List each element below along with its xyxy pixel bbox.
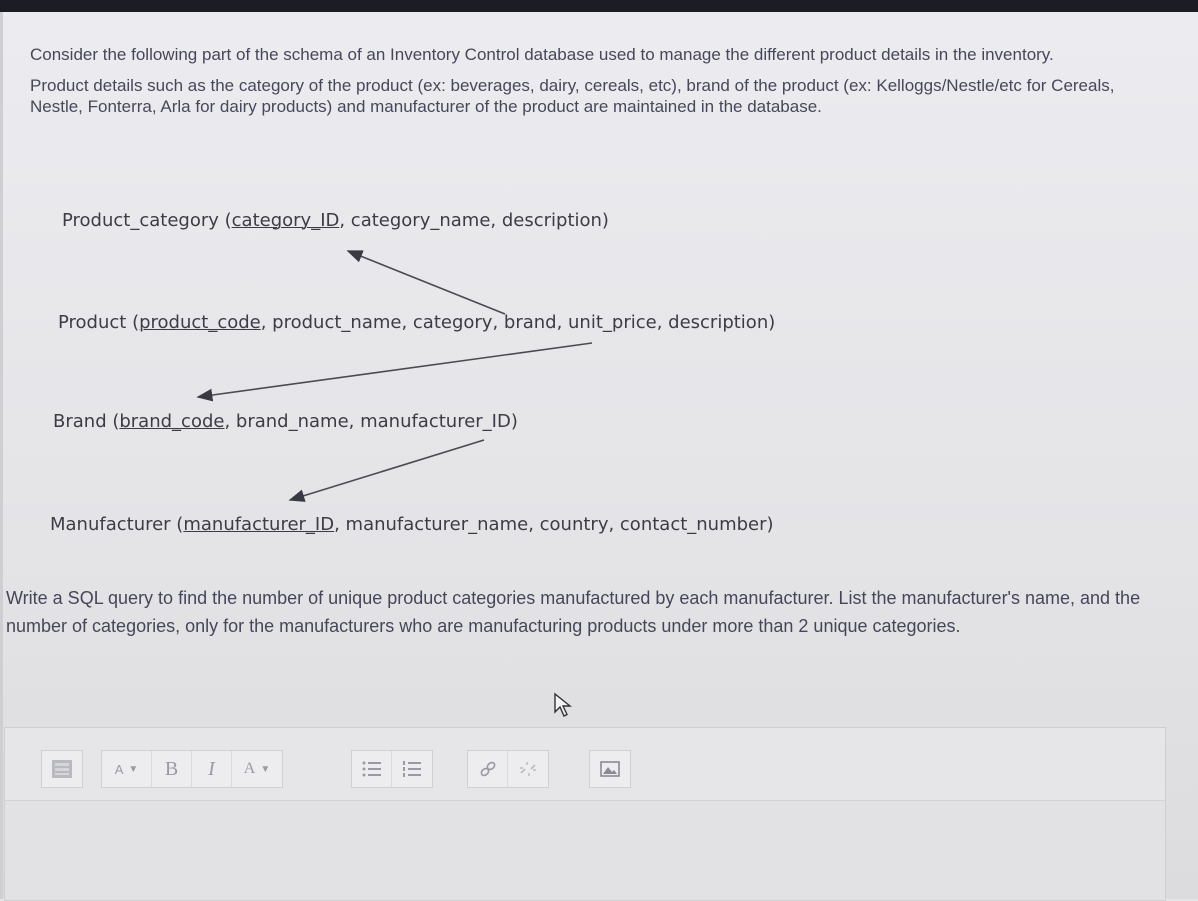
relation-attributes: , category_name, description) [339, 210, 609, 231]
image-icon [600, 761, 620, 777]
answer-editor[interactable]: A ▼ B I A ▼ [4, 727, 1166, 901]
relation-name: Manufacturer ( [50, 514, 184, 535]
primary-key: product_code [139, 312, 261, 333]
intro-paragraph-2: Product details such as the category of … [30, 76, 1115, 116]
toolbar-toggle-icon [52, 760, 72, 778]
toolbar-group-links [467, 750, 549, 788]
primary-key: brand_code [119, 411, 225, 432]
mouse-pointer-icon [554, 692, 572, 717]
toolbar-toggle-button[interactable] [42, 751, 82, 787]
chevron-down-icon: ▼ [128, 763, 139, 775]
font-color-icon: A [243, 760, 256, 777]
toolbar-group-media [589, 750, 631, 788]
toolbar-group-toggle [41, 750, 83, 788]
link-icon [480, 761, 495, 777]
schema-manufacturer: Manufacturer (manufacturer_ID, manufactu… [50, 514, 774, 535]
primary-key: manufacturer_ID [183, 514, 335, 535]
relation-attributes: , manufacturer_name, country, contact_nu… [334, 514, 774, 535]
chevron-down-icon: ▼ [260, 763, 271, 775]
question-intro: Consider the following part of the schem… [30, 44, 1150, 127]
font-color-button[interactable]: A ▼ [232, 751, 282, 787]
unlink-icon [520, 762, 536, 776]
intro-paragraph-1: Consider the following part of the schem… [30, 45, 1054, 64]
insert-image-button[interactable] [590, 751, 630, 787]
question-text: Write a SQL query to find the number of … [6, 588, 1141, 636]
relation-name: Brand ( [53, 411, 120, 432]
ordered-list-button[interactable] [392, 751, 432, 787]
toolbar-group-format: A ▼ B I A ▼ [101, 750, 283, 788]
relation-name: Product_category ( [62, 210, 232, 231]
top-bar [0, 0, 1198, 12]
bold-button[interactable]: B [152, 751, 192, 787]
answer-text-area[interactable] [5, 801, 1165, 900]
ordered-list-icon [403, 761, 421, 777]
primary-key: category_ID [231, 210, 340, 231]
schema-product: Product (product_code, product_name, cat… [58, 312, 775, 333]
editor-toolbar: A ▼ B I A ▼ [5, 728, 1165, 801]
bold-icon: B [164, 757, 179, 780]
unlink-button[interactable] [508, 751, 548, 787]
unordered-list-icon [362, 761, 381, 777]
relation-attributes: , brand_name, manufacturer_ID) [224, 411, 518, 432]
italic-button[interactable]: I [192, 751, 232, 787]
relation-name: Product ( [58, 312, 140, 333]
toolbar-group-lists [351, 750, 433, 788]
paragraph-style-icon: A [114, 761, 124, 777]
insert-link-button[interactable] [468, 751, 508, 787]
schema-product-category: Product_category (category_ID, category_… [62, 210, 609, 231]
italic-icon: I [208, 757, 215, 780]
unordered-list-button[interactable] [352, 751, 392, 787]
schema-brand: Brand (brand_code, brand_name, manufactu… [53, 411, 518, 432]
paragraph-style-button[interactable]: A ▼ [102, 751, 152, 787]
relation-attributes: , product_name, category, brand, unit_pr… [260, 312, 776, 333]
